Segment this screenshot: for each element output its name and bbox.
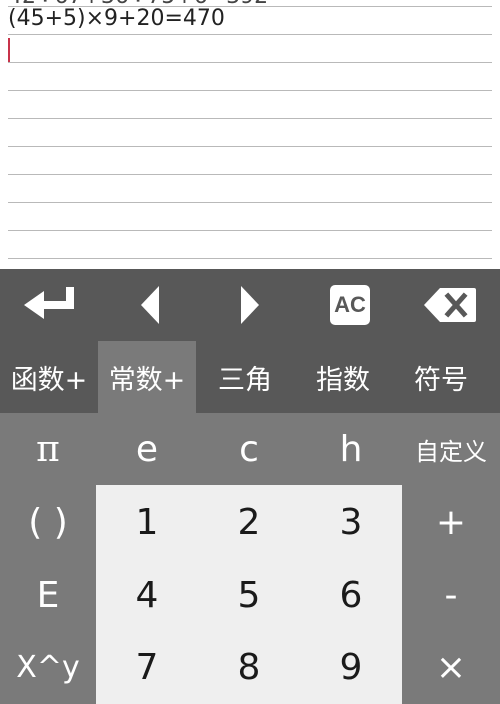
cursor-left-button[interactable]: [100, 269, 200, 341]
rule-line: [8, 118, 492, 119]
key-e[interactable]: e: [96, 413, 198, 485]
cursor-right-button[interactable]: [200, 269, 300, 341]
key-grid: π e c h 自定义 ( ) 1 2 3 + E 4 5 6 - X^y 7 …: [0, 413, 500, 704]
backspace-button[interactable]: [400, 269, 500, 341]
calculator-keyboard: AC 函数+ 常数+ 三角 指数 符号 π e c h 自定义 ( ) 1 2 …: [0, 269, 500, 704]
backspace-icon: [424, 288, 476, 322]
rule-line: [8, 230, 492, 231]
key-pi[interactable]: π: [0, 413, 96, 485]
rule-line: [8, 62, 492, 63]
notepad-area[interactable]: 42÷67+36÷75+6=392 (45+5)×9+20=470: [0, 0, 500, 269]
expression-line[interactable]: (45+5)×9+20=470: [8, 6, 225, 32]
rule-line: [8, 146, 492, 147]
key-5[interactable]: 5: [198, 559, 300, 631]
key-custom[interactable]: 自定义: [402, 413, 500, 485]
clear-all-button[interactable]: AC: [300, 269, 400, 341]
arrow-right-icon: [241, 286, 259, 324]
key-h[interactable]: h: [300, 413, 402, 485]
key-c[interactable]: c: [198, 413, 300, 485]
key-multiply[interactable]: ×: [402, 631, 500, 704]
key-plus[interactable]: +: [402, 485, 500, 559]
tab-constants[interactable]: 常数+: [98, 341, 196, 413]
key-9[interactable]: 9: [300, 631, 402, 704]
key-8[interactable]: 8: [198, 631, 300, 704]
key-exponent-e[interactable]: E: [0, 559, 96, 631]
rule-line: [8, 34, 492, 35]
key-1[interactable]: 1: [96, 485, 198, 559]
tab-trigonometry[interactable]: 三角: [196, 341, 294, 413]
key-parentheses[interactable]: ( ): [0, 485, 96, 559]
clear-label: AC: [330, 285, 370, 325]
rule-line: [8, 258, 492, 259]
text-cursor: [8, 38, 10, 62]
key-7[interactable]: 7: [96, 631, 198, 704]
key-4[interactable]: 4: [96, 559, 198, 631]
key-minus[interactable]: -: [402, 559, 500, 631]
rule-line: [8, 202, 492, 203]
key-3[interactable]: 3: [300, 485, 402, 559]
tab-functions[interactable]: 函数+: [0, 341, 98, 413]
key-power[interactable]: X^y: [0, 631, 96, 704]
editing-toolbar: AC: [0, 269, 500, 341]
key-6[interactable]: 6: [300, 559, 402, 631]
enter-icon: [24, 287, 74, 319]
key-2[interactable]: 2: [198, 485, 300, 559]
arrow-left-icon: [141, 286, 159, 324]
category-tabs: 函数+ 常数+ 三角 指数 符号: [0, 341, 500, 413]
rule-line: [8, 90, 492, 91]
enter-button[interactable]: [0, 269, 100, 341]
tab-exponents[interactable]: 指数: [294, 341, 392, 413]
rule-line: [8, 174, 492, 175]
tab-symbols[interactable]: 符号: [392, 341, 490, 413]
